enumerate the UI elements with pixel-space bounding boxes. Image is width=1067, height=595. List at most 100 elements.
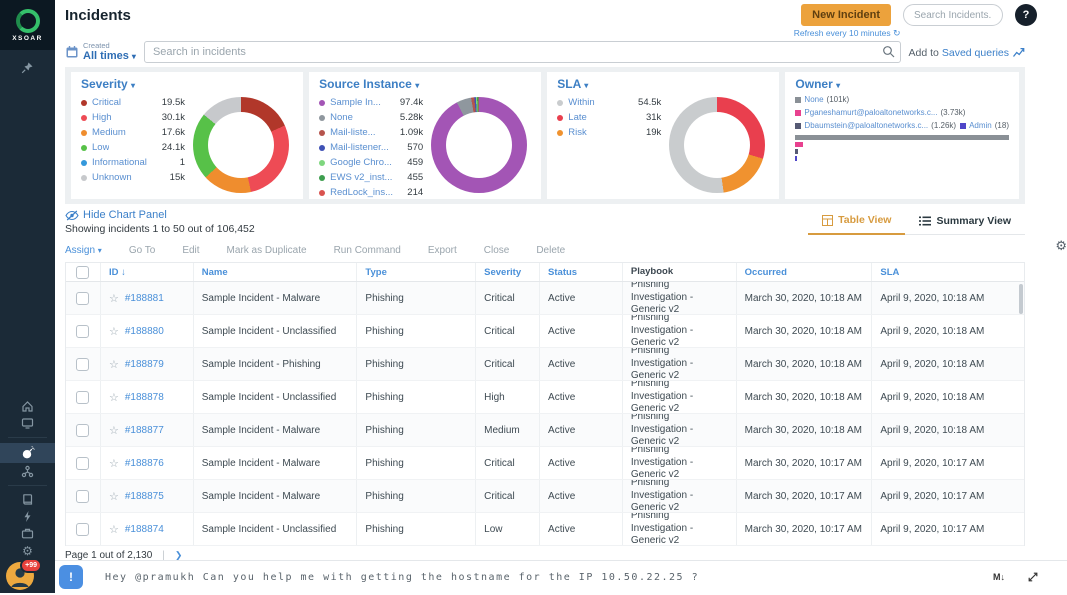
toolbar-run-command[interactable]: Run Command: [334, 245, 401, 256]
owner-bar[interactable]: [795, 156, 797, 161]
legend-item[interactable]: Low 24.1k: [81, 140, 185, 155]
xsoar-logo[interactable]: XSOAR: [0, 0, 55, 50]
row-checkbox[interactable]: [76, 424, 89, 437]
legend-item[interactable]: Mail-liste... 1.09k: [319, 125, 423, 140]
legend-item[interactable]: RedLock_ins... 214: [319, 185, 423, 200]
toolbar-assign[interactable]: Assign ▾: [65, 245, 102, 256]
chat-bot-icon[interactable]: !: [59, 565, 83, 589]
owner-chart-title[interactable]: Owner ▾: [795, 77, 1009, 91]
select-all-checkbox[interactable]: [76, 266, 89, 279]
legend-item[interactable]: Admin (18): [960, 121, 1009, 130]
incident-id-link[interactable]: #188874: [125, 524, 164, 535]
incident-id-link[interactable]: #188880: [125, 326, 164, 337]
incident-id-link[interactable]: #188877: [125, 425, 164, 436]
legend-item[interactable]: Dbaumstein@paloaltonetworks.c... (1.26k): [795, 121, 956, 130]
star-icon[interactable]: ☆: [109, 358, 119, 371]
legend-item[interactable]: Sample In... 97.4k: [319, 95, 423, 110]
column-header-name[interactable]: Name: [194, 263, 358, 281]
sidebar-pin[interactable]: [0, 61, 55, 74]
sidebar-item-jobs[interactable]: [0, 525, 55, 542]
row-checkbox[interactable]: [76, 292, 89, 305]
table-scrollbar[interactable]: [1019, 284, 1023, 314]
refresh-control[interactable]: Refresh every 10 minutes ↻: [794, 28, 901, 39]
help-button[interactable]: ?: [1015, 4, 1037, 26]
time-range-value[interactable]: All times ▾: [83, 50, 136, 62]
toolbar-export[interactable]: Export: [428, 245, 457, 256]
incidents-search-input[interactable]: [144, 41, 901, 63]
star-icon[interactable]: ☆: [109, 325, 119, 338]
legend-item[interactable]: Risk 19k: [557, 125, 661, 140]
table-settings-gear-icon[interactable]: ⚙: [1055, 240, 1067, 253]
legend-item[interactable]: Google Chro... 459: [319, 155, 423, 170]
legend-item[interactable]: Mail-listener... 570: [319, 140, 423, 155]
legend-item[interactable]: Critical 19.5k: [81, 95, 185, 110]
star-icon[interactable]: ☆: [109, 391, 119, 404]
toolbar-close[interactable]: Close: [484, 245, 510, 256]
markdown-icon[interactable]: M↓: [993, 572, 1005, 582]
owner-bar-chart[interactable]: [795, 135, 1009, 161]
sidebar-item-automation[interactable]: [0, 508, 55, 525]
column-header-severity[interactable]: Severity: [476, 263, 540, 281]
star-icon[interactable]: ☆: [109, 292, 119, 305]
incident-id-link[interactable]: #188875: [125, 491, 164, 502]
incident-id-link[interactable]: #188878: [125, 392, 164, 403]
star-icon[interactable]: ☆: [109, 457, 119, 470]
legend-item[interactable]: EWS v2_inst... 455: [319, 170, 423, 185]
new-incident-button[interactable]: New Incident: [801, 4, 891, 26]
sidebar-item-settings[interactable]: ⚙: [0, 542, 55, 559]
sidebar-item-incidents[interactable]: [0, 443, 55, 463]
row-checkbox[interactable]: [76, 523, 89, 536]
column-header-status[interactable]: Status: [540, 263, 623, 281]
toolbar-go-to[interactable]: Go To: [129, 245, 156, 256]
saved-queries-link[interactable]: Saved queries: [942, 47, 1009, 59]
severity-chart-title[interactable]: Severity ▾: [81, 77, 293, 91]
owner-bar[interactable]: [795, 142, 803, 147]
sidebar-item-home[interactable]: [0, 398, 55, 415]
row-checkbox[interactable]: [76, 391, 89, 404]
row-checkbox[interactable]: [76, 457, 89, 470]
legend-item[interactable]: Within 54.5k: [557, 95, 661, 110]
column-header-sla[interactable]: SLA: [872, 263, 1024, 281]
time-range-dropdown[interactable]: Created All times ▾: [65, 42, 136, 62]
row-checkbox[interactable]: [76, 325, 89, 338]
owner-bar[interactable]: [795, 149, 798, 154]
source-instance-donut-chart[interactable]: [431, 97, 527, 193]
incident-id-link[interactable]: #188876: [125, 458, 164, 469]
sla-donut-chart[interactable]: [669, 97, 765, 193]
legend-item[interactable]: Medium 17.6k: [81, 125, 185, 140]
sidebar-item-dashboards[interactable]: [0, 415, 55, 432]
sidebar-item-playbooks[interactable]: [0, 491, 55, 508]
column-header-occurred[interactable]: Occurred: [737, 263, 873, 281]
user-avatar[interactable]: +99: [6, 562, 34, 590]
star-icon[interactable]: ☆: [109, 490, 119, 503]
star-icon[interactable]: ☆: [109, 523, 119, 536]
column-header-type[interactable]: Type: [357, 263, 476, 281]
row-checkbox[interactable]: [76, 490, 89, 503]
toolbar-delete[interactable]: Delete: [536, 245, 565, 256]
legend-item[interactable]: Late 31k: [557, 110, 661, 125]
expand-icon[interactable]: [1027, 571, 1039, 583]
row-checkbox[interactable]: [76, 358, 89, 371]
legend-item[interactable]: Informational 1: [81, 155, 185, 170]
global-search-input[interactable]: [903, 4, 1003, 26]
legend-item[interactable]: Pganeshamurt@paloaltonetworks.c... (3.73…: [795, 108, 965, 117]
star-icon[interactable]: ☆: [109, 424, 119, 437]
legend-item[interactable]: None 5.28k: [319, 110, 423, 125]
tab-table-view[interactable]: Table View: [808, 210, 905, 235]
legend-item[interactable]: None (101k): [795, 95, 849, 104]
toolbar-mark-as-duplicate[interactable]: Mark as Duplicate: [227, 245, 307, 256]
incident-id-link[interactable]: #188879: [125, 359, 164, 370]
legend-item[interactable]: High 30.1k: [81, 110, 185, 125]
sla-chart-title[interactable]: SLA ▾: [557, 77, 769, 91]
chat-input[interactable]: Hey @pramukh Can you help me with gettin…: [105, 572, 699, 583]
owner-bar[interactable]: [795, 135, 1009, 140]
severity-donut-chart[interactable]: [193, 97, 289, 193]
tab-summary-view[interactable]: Summary View: [905, 210, 1025, 234]
legend-item[interactable]: Unknown 15k: [81, 170, 185, 185]
sidebar-item-war-room[interactable]: [0, 463, 55, 480]
column-header-id[interactable]: ID ↓: [101, 263, 194, 281]
toolbar-edit[interactable]: Edit: [182, 245, 199, 256]
source-instance-chart-title[interactable]: Source Instance ▾: [319, 77, 531, 91]
incident-id-link[interactable]: #188881: [125, 293, 164, 304]
hide-chart-panel-link[interactable]: Hide Chart Panel: [65, 209, 255, 221]
